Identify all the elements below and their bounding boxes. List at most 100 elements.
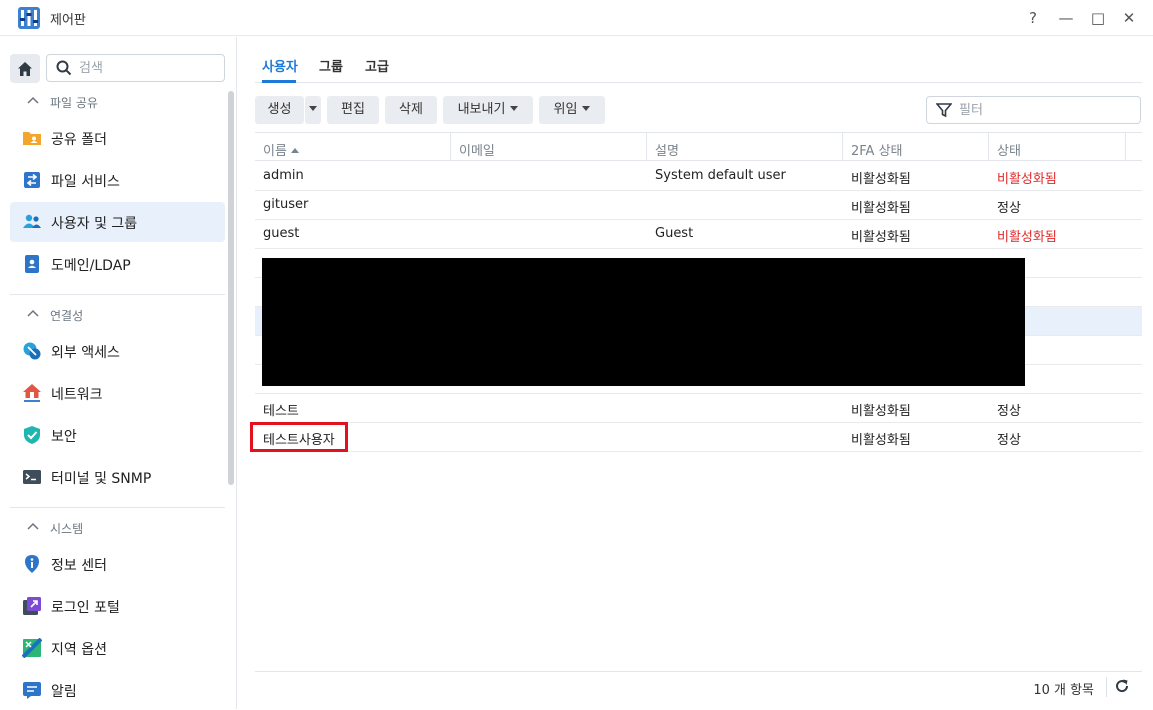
column-header-name[interactable]: 이름 bbox=[263, 140, 300, 159]
create-label: 생성 bbox=[267, 102, 292, 117]
cell-name: 테스트 bbox=[263, 404, 299, 419]
footer-divider bbox=[1106, 677, 1107, 697]
domain-ldap-icon bbox=[25, 255, 39, 273]
edit-button[interactable]: 편집 bbox=[327, 96, 379, 124]
sidebar-item-label: 사용자 및 그룹 bbox=[51, 216, 138, 232]
maximize-button[interactable]: □ bbox=[1087, 7, 1109, 29]
control-panel-window: 제어판 ? — □ ✕ 파일 공유 bbox=[0, 0, 1153, 709]
notification-icon bbox=[23, 682, 41, 699]
sidebar-item-label: 보안 bbox=[51, 429, 77, 445]
section-label: 시스템 bbox=[50, 522, 84, 536]
table-row[interactable]: gituser 비활성화됨 정상 bbox=[255, 191, 1142, 220]
security-shield-icon bbox=[24, 426, 40, 444]
cell-2fa-status: 비활성화됨 bbox=[851, 230, 911, 245]
table-header: 이름 이메일 설명 2FA 상태 상태 bbox=[255, 132, 1142, 161]
filter-field[interactable] bbox=[926, 96, 1141, 124]
column-header-2fa-status[interactable]: 2FA 상태 bbox=[851, 140, 903, 159]
chevron-up-icon bbox=[27, 309, 39, 317]
help-button[interactable]: ? bbox=[1022, 7, 1044, 29]
delegate-label: 위임 bbox=[553, 102, 578, 117]
sidebar-item-notification[interactable]: 알림 bbox=[10, 670, 225, 710]
chevron-up-icon bbox=[27, 522, 39, 530]
column-separator[interactable] bbox=[646, 133, 647, 161]
column-header-label: 이름 bbox=[263, 144, 287, 159]
sidebar-item-file-services[interactable]: 파일 서비스 bbox=[10, 160, 225, 200]
shared-folder-icon bbox=[23, 132, 41, 145]
network-icon bbox=[23, 384, 41, 402]
delegate-button[interactable]: 위임 bbox=[539, 96, 605, 124]
create-dropdown-button[interactable] bbox=[305, 96, 321, 124]
login-portal-icon bbox=[23, 597, 41, 615]
table-row[interactable]: 테스트 비활성화됨 정상 bbox=[255, 394, 1142, 423]
terminal-icon bbox=[23, 470, 41, 484]
column-header-email[interactable]: 이메일 bbox=[459, 140, 495, 159]
cell-name: admin bbox=[263, 168, 304, 183]
cell-status: 정상 bbox=[997, 201, 1021, 216]
cell-description: System default user bbox=[655, 168, 786, 183]
sidebar-scrollbar[interactable] bbox=[228, 91, 234, 485]
sidebar-item-network[interactable]: 네트워크 bbox=[10, 373, 225, 413]
column-separator[interactable] bbox=[988, 133, 989, 161]
tab-groups[interactable]: 그룹 bbox=[319, 56, 343, 75]
sidebar-item-label: 알림 bbox=[51, 684, 77, 700]
filter-input[interactable] bbox=[959, 101, 1129, 119]
home-button[interactable] bbox=[10, 54, 40, 83]
section-system[interactable]: 시스템 bbox=[0, 513, 228, 543]
search-field[interactable] bbox=[46, 54, 225, 82]
sidebar-item-login-portal[interactable]: 로그인 포털 bbox=[10, 586, 225, 626]
delete-button[interactable]: 삭제 bbox=[385, 96, 437, 124]
tab-users[interactable]: 사용자 bbox=[262, 56, 298, 75]
search-input[interactable] bbox=[79, 59, 219, 77]
minimize-button[interactable]: — bbox=[1055, 7, 1077, 29]
export-button[interactable]: 내보내기 bbox=[443, 96, 533, 124]
table-row[interactable]: guest Guest 비활성화됨 비활성화됨 bbox=[255, 220, 1142, 249]
cell-2fa-status: 비활성화됨 bbox=[851, 172, 911, 187]
sidebar-divider bbox=[10, 294, 225, 295]
caret-down-icon bbox=[582, 106, 591, 111]
filter-icon bbox=[936, 103, 952, 118]
sidebar-item-shared-folder[interactable]: 공유 폴더 bbox=[10, 118, 225, 158]
column-header-status[interactable]: 상태 bbox=[997, 140, 1021, 159]
sidebar-item-label: 공유 폴더 bbox=[51, 132, 107, 148]
sidebar-item-info-center[interactable]: 정보 센터 bbox=[10, 544, 225, 584]
tab-advanced[interactable]: 고급 bbox=[365, 56, 389, 75]
cell-2fa-status: 비활성화됨 bbox=[851, 433, 911, 448]
sidebar-item-label: 정보 센터 bbox=[51, 558, 107, 574]
refresh-icon[interactable] bbox=[1114, 678, 1130, 694]
column-separator[interactable] bbox=[450, 133, 451, 161]
cell-name: guest bbox=[263, 226, 300, 241]
highlight-box bbox=[250, 422, 348, 452]
active-tab-indicator bbox=[262, 80, 296, 83]
info-center-icon bbox=[25, 555, 39, 573]
chevron-up-icon bbox=[27, 96, 39, 104]
cell-status: 비활성화됨 bbox=[997, 230, 1057, 245]
close-button[interactable]: ✕ bbox=[1118, 7, 1140, 29]
export-label: 내보내기 bbox=[457, 102, 506, 117]
column-separator[interactable] bbox=[1125, 133, 1126, 161]
sidebar-item-security[interactable]: 보안 bbox=[10, 415, 225, 455]
main-panel: 사용자 그룹 고급 생성 편집 삭제 내보내기 위임 이름 bbox=[238, 37, 1153, 709]
tab-bar: 사용자 그룹 고급 bbox=[255, 37, 1142, 83]
delete-label: 삭제 bbox=[399, 102, 423, 117]
table-row[interactable]: 테스트사용자 비활성화됨 정상 bbox=[255, 423, 1142, 452]
window-title: 제어판 bbox=[50, 13, 86, 28]
sidebar-item-terminal-snmp[interactable]: 터미널 및 SNMP bbox=[10, 457, 225, 497]
redaction-block bbox=[262, 258, 1025, 386]
sidebar-item-label: 파일 서비스 bbox=[51, 174, 120, 190]
table-row[interactable]: admin System default user 비활성화됨 비활성화됨 bbox=[255, 162, 1142, 191]
file-services-icon bbox=[24, 172, 40, 188]
section-connectivity[interactable]: 연결성 bbox=[0, 300, 228, 330]
cell-description: Guest bbox=[655, 226, 694, 241]
column-header-description[interactable]: 설명 bbox=[655, 140, 679, 159]
section-label: 연결성 bbox=[50, 309, 84, 323]
create-button[interactable]: 생성 bbox=[255, 96, 304, 124]
sidebar-item-domain-ldap[interactable]: 도메인/LDAP bbox=[10, 244, 225, 284]
sidebar-item-external-access[interactable]: 외부 액세스 bbox=[10, 331, 225, 371]
section-file-sharing[interactable]: 파일 공유 bbox=[0, 87, 228, 117]
cell-2fa-status: 비활성화됨 bbox=[851, 404, 911, 419]
sidebar-item-regional-options[interactable]: 지역 옵션 bbox=[10, 628, 225, 668]
sort-ascending-icon bbox=[291, 148, 300, 153]
column-separator[interactable] bbox=[842, 133, 843, 161]
cell-name: gituser bbox=[263, 197, 309, 212]
sidebar-item-users-groups[interactable]: 사용자 및 그룹 bbox=[10, 202, 225, 242]
